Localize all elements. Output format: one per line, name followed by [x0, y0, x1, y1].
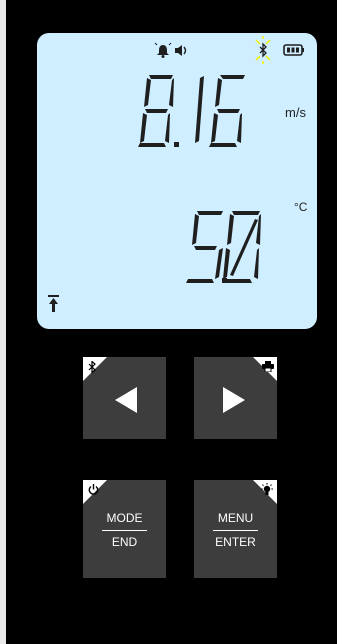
right-arrow-button[interactable]	[194, 357, 277, 439]
label-divider	[213, 530, 258, 531]
backlight-bulb-icon	[261, 483, 273, 495]
label-divider	[102, 530, 147, 531]
end-label: END	[111, 535, 138, 549]
bluetooth-icon	[88, 361, 96, 373]
bottom-value-digits	[186, 211, 261, 283]
battery-icon	[283, 44, 304, 56]
left-arrow-button[interactable]	[83, 357, 166, 439]
power-icon	[88, 484, 99, 495]
mode-end-button[interactable]: MODE END	[83, 480, 166, 578]
right-arrow-icon	[223, 387, 245, 413]
window-border	[0, 0, 6, 644]
alarm-bell-icon	[154, 42, 172, 58]
speaker-icon	[175, 45, 187, 56]
menu-label: MENU	[217, 511, 254, 525]
mode-label: MODE	[106, 511, 143, 525]
printer-icon	[262, 361, 274, 372]
left-arrow-icon	[115, 387, 137, 413]
device-frame: m/s °C MODE END MENU ENTER	[0, 0, 337, 644]
enter-label: ENTER	[215, 535, 256, 549]
hold-up-arrow-icon	[48, 295, 59, 312]
bluetooth-icon	[255, 36, 271, 64]
menu-enter-button[interactable]: MENU ENTER	[194, 480, 277, 578]
bottom-unit-label: °C	[294, 200, 308, 214]
lcd-graphics	[48, 36, 304, 312]
top-unit-label: m/s	[285, 105, 306, 120]
lcd-display: m/s °C	[37, 33, 317, 329]
top-value-digits	[138, 75, 245, 147]
